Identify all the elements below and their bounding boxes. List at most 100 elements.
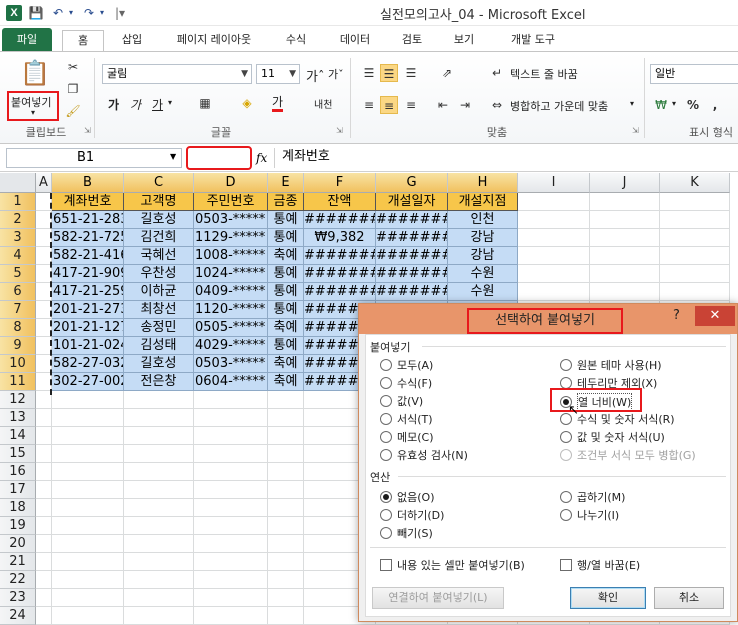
table-cell[interactable]: 통예	[268, 211, 304, 229]
empty-cell[interactable]	[194, 499, 268, 517]
font-name-combo[interactable]: 굴림 ▼	[102, 64, 252, 84]
table-cell[interactable]: 통예	[268, 229, 304, 247]
increase-font-icon[interactable]: 가ˆ	[306, 66, 324, 85]
table-cell[interactable]: ########	[376, 283, 448, 301]
name-box[interactable]: B1	[6, 148, 182, 168]
table-cell[interactable]: 582-21-416	[52, 247, 124, 265]
wrap-text-icon[interactable]: ↵	[488, 64, 506, 82]
table-cell[interactable]: 582-21-725	[52, 229, 124, 247]
empty-cell[interactable]	[194, 427, 268, 445]
name-box-dropdown-icon[interactable]: ▼	[170, 152, 176, 161]
table-cell[interactable]: ₩9,382	[304, 229, 376, 247]
table-cell[interactable]: 0505-*****	[194, 319, 268, 337]
tab-review[interactable]: 검토	[394, 30, 430, 52]
tab-home[interactable]: 홈	[62, 30, 104, 53]
table-cell[interactable]: 651-21-283	[52, 211, 124, 229]
underline-dropdown-icon[interactable]: ▾	[168, 98, 172, 107]
empty-cell[interactable]	[52, 553, 124, 571]
table-cell[interactable]: 축예	[268, 373, 304, 391]
empty-cell[interactable]	[194, 589, 268, 607]
empty-cell[interactable]	[194, 481, 268, 499]
tab-data[interactable]: 데이터	[332, 30, 378, 52]
empty-cell[interactable]	[36, 463, 52, 481]
radio-op-divide[interactable]: 나누기(I)	[560, 507, 619, 523]
table-cell[interactable]: 인천	[448, 211, 518, 229]
table-cell[interactable]: 4029-*****	[194, 337, 268, 355]
empty-cell[interactable]	[52, 499, 124, 517]
empty-cell[interactable]	[52, 517, 124, 535]
tab-file[interactable]: 파일	[2, 28, 52, 52]
empty-cell[interactable]	[52, 427, 124, 445]
table-header-cell[interactable]: 고객명	[124, 193, 194, 211]
undo-dropdown-icon[interactable]: ▾	[67, 5, 75, 21]
empty-cell[interactable]	[590, 265, 660, 283]
checkbox-transpose[interactable]: 행/열 바꿈(E)	[560, 557, 640, 573]
percent-icon[interactable]: %	[684, 96, 702, 114]
close-button[interactable]: ✕	[695, 306, 735, 326]
row-header-14[interactable]: 14	[0, 427, 36, 445]
table-header-cell[interactable]: 계좌번호	[52, 193, 124, 211]
table-cell[interactable]: 201-21-127	[52, 319, 124, 337]
empty-cell[interactable]	[590, 211, 660, 229]
table-header-cell[interactable]: 개설일자	[376, 193, 448, 211]
empty-cell[interactable]	[660, 211, 730, 229]
column-header-j[interactable]: J	[590, 173, 660, 193]
empty-cell[interactable]	[194, 445, 268, 463]
empty-cell[interactable]	[518, 265, 590, 283]
row-header-22[interactable]: 22	[0, 571, 36, 589]
empty-cell[interactable]	[36, 607, 52, 625]
empty-cell[interactable]	[268, 553, 304, 571]
column-header-h[interactable]: H	[448, 173, 518, 193]
align-left-icon[interactable]: ≡	[360, 96, 378, 114]
tab-developer[interactable]: 개발 도구	[500, 30, 566, 52]
table-header-cell[interactable]: 잔액	[304, 193, 376, 211]
empty-cell[interactable]	[268, 427, 304, 445]
empty-cell[interactable]	[660, 193, 730, 211]
paste-icon[interactable]: 📋	[20, 58, 50, 88]
row-header-1[interactable]: 1	[0, 193, 36, 211]
table-cell[interactable]: 통예	[268, 301, 304, 319]
column-header-c[interactable]: C	[124, 173, 194, 193]
font-launcher-icon[interactable]: ⇲	[336, 126, 343, 135]
empty-cell[interactable]	[124, 391, 194, 409]
font-size-combo[interactable]: 11 ▼	[256, 64, 300, 84]
row-header-3[interactable]: 3	[0, 229, 36, 247]
underline-button[interactable]: 가	[152, 96, 163, 113]
empty-cell[interactable]	[518, 247, 590, 265]
table-cell[interactable]: 김성태	[124, 337, 194, 355]
alignment-launcher-icon[interactable]: ⇲	[632, 126, 639, 135]
empty-cell[interactable]	[124, 445, 194, 463]
radio-paste-all[interactable]: 모두(A)	[380, 357, 433, 373]
align-center-icon[interactable]: ≡	[380, 96, 398, 114]
empty-cell[interactable]	[52, 481, 124, 499]
table-cell[interactable]: 길호성	[124, 211, 194, 229]
table-cell[interactable]: 축예	[268, 355, 304, 373]
empty-cell[interactable]	[36, 535, 52, 553]
checkbox-skip-blanks[interactable]: 내용 있는 셀만 붙여넣기(B)	[380, 557, 525, 573]
row-header-18[interactable]: 18	[0, 499, 36, 517]
table-cell[interactable]: 302-27-002	[52, 373, 124, 391]
row-header-17[interactable]: 17	[0, 481, 36, 499]
empty-cell[interactable]	[124, 589, 194, 607]
empty-cell[interactable]	[36, 481, 52, 499]
italic-button[interactable]: 가	[130, 96, 141, 113]
radio-formulas-number-formats[interactable]: 수식 및 숫자 서식(R)	[560, 411, 675, 427]
table-cell[interactable]: 전은창	[124, 373, 194, 391]
row-header-11[interactable]: 11	[0, 373, 36, 391]
empty-cell[interactable]	[52, 391, 124, 409]
empty-cell[interactable]	[268, 481, 304, 499]
row-header-6[interactable]: 6	[0, 283, 36, 301]
row-header-24[interactable]: 24	[0, 607, 36, 625]
table-cell[interactable]: 수원	[448, 283, 518, 301]
align-top-icon[interactable]: ☰	[360, 64, 378, 82]
row-header-21[interactable]: 21	[0, 553, 36, 571]
empty-cell[interactable]	[52, 607, 124, 625]
row-header-13[interactable]: 13	[0, 409, 36, 427]
border-icon[interactable]: ▦	[196, 94, 214, 112]
empty-cell[interactable]	[36, 409, 52, 427]
row-header-2[interactable]: 2	[0, 211, 36, 229]
radio-op-multiply[interactable]: 곱하기(M)	[560, 489, 625, 505]
empty-cell[interactable]	[590, 283, 660, 301]
table-cell[interactable]: 통예	[268, 337, 304, 355]
radio-op-subtract[interactable]: 빼기(S)	[380, 525, 433, 541]
